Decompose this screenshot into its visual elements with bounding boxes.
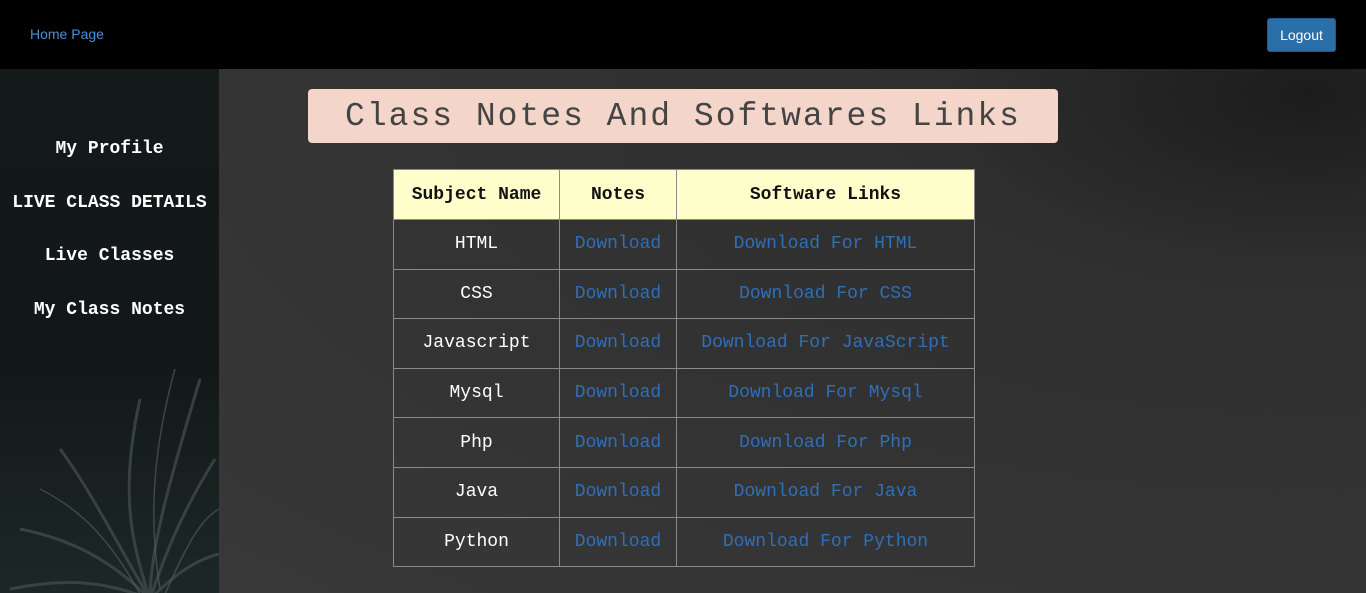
software-download-link[interactable]: Download For Python [723,532,928,552]
table-row: HTML Download Download For HTML [393,219,975,270]
home-page-link[interactable]: Home Page [30,26,104,42]
subject-cell: Mysql [393,367,560,419]
notes-download-link[interactable]: Download [575,383,661,403]
palm-leaves-background [9,368,219,593]
sidebar-item-live-classes[interactable]: Live Classes [0,246,219,266]
table-row: Java Download Download For Java [393,466,975,518]
subject-cell: CSS [393,268,560,320]
notes-download-link[interactable]: Download [575,234,661,254]
subject-cell: Python [393,516,560,568]
sidebar-item-my-profile[interactable]: My Profile [0,139,219,159]
software-download-link[interactable]: Download For Java [734,482,918,502]
subject-cell: Javascript [393,318,560,369]
header-subject-name: Subject Name [393,169,560,220]
class-notes-table: Subject Name Notes Software Links HTML D… [393,169,975,568]
sidebar-item-my-class-notes[interactable]: My Class Notes [0,300,219,320]
notes-download-link[interactable]: Download [575,333,661,353]
software-download-link[interactable]: Download For Php [739,433,912,453]
notes-download-link[interactable]: Download [575,482,661,502]
notes-download-link[interactable]: Download [575,284,661,304]
sidebar: My Profile LIVE CLASS DETAILS Live Class… [0,69,219,593]
table-row: CSS Download Download For CSS [393,268,975,320]
header-notes: Notes [559,169,677,220]
page-title: Class Notes And Softwares Links [345,97,1021,135]
header-software-links: Software Links [676,169,975,220]
page-title-banner: Class Notes And Softwares Links [308,89,1058,143]
logout-button[interactable]: Logout [1267,18,1336,52]
table-header-row: Subject Name Notes Software Links [393,169,975,220]
software-download-link[interactable]: Download For JavaScript [701,333,949,353]
subject-cell: HTML [393,219,560,270]
subject-cell: Java [393,466,560,518]
table-row: Javascript Download Download For JavaScr… [393,318,975,369]
notes-download-link[interactable]: Download [575,433,661,453]
top-navbar: Home Page Logout [0,0,1366,69]
notes-download-link[interactable]: Download [575,532,661,552]
sidebar-item-live-class-details[interactable]: LIVE CLASS DETAILS [0,193,219,213]
software-download-link[interactable]: Download For CSS [739,284,912,304]
table-row: Php Download Download For Php [393,417,975,468]
software-download-link[interactable]: Download For Mysql [728,383,922,403]
table-row: Mysql Download Download For Mysql [393,367,975,419]
table-row: Python Download Download For Python [393,516,975,568]
subject-cell: Php [393,417,560,468]
software-download-link[interactable]: Download For HTML [734,234,918,254]
